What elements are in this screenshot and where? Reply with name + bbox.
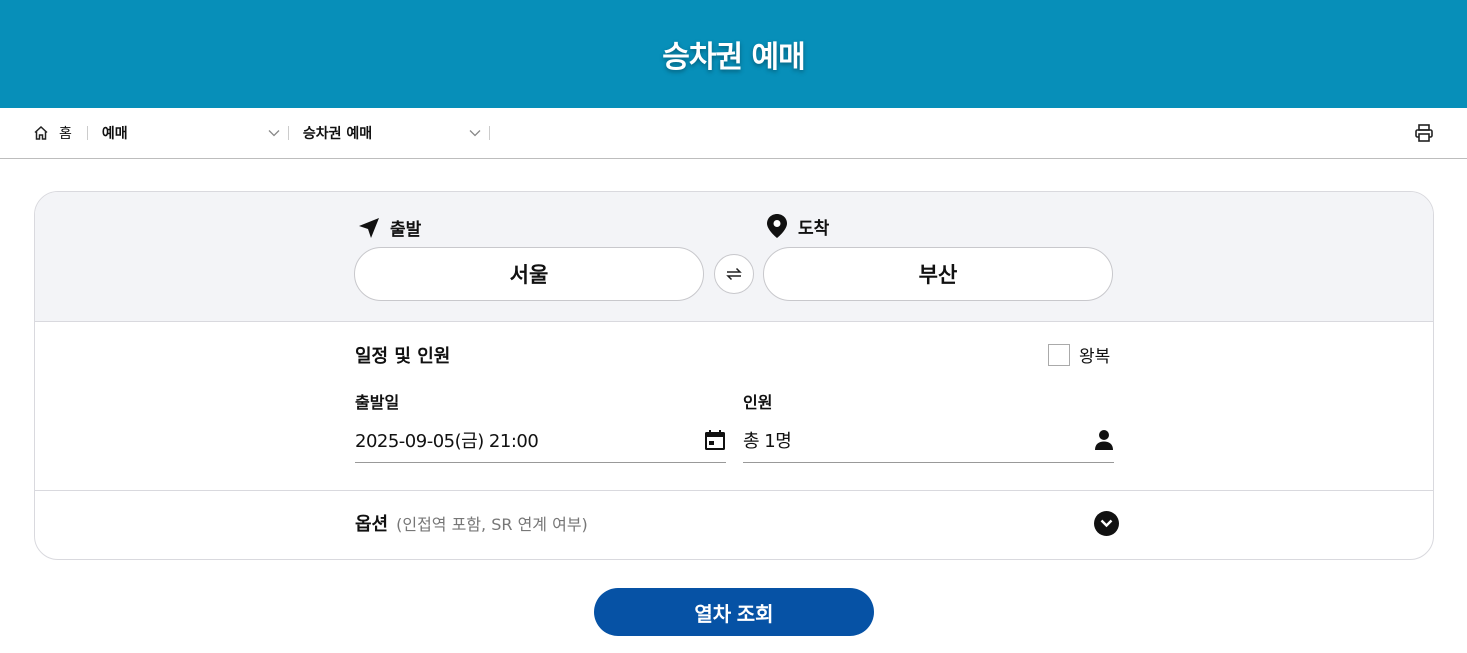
- roundtrip-checkbox[interactable]: 왕복: [1048, 342, 1110, 367]
- page-title: 승차권 예매: [662, 40, 805, 75]
- breadcrumb-home[interactable]: 홈: [33, 108, 72, 159]
- print-icon: [1415, 124, 1433, 142]
- roundtrip-checkbox-box[interactable]: [1048, 343, 1070, 366]
- swap-icon: [726, 267, 742, 281]
- chevron-down-icon: [268, 130, 280, 137]
- swap-stations-button[interactable]: [714, 254, 754, 294]
- reservation-form-card: 출발 도착 서울 부산 일정 및 인원 왕복 출발일 2025-09-05(금)…: [34, 191, 1434, 560]
- page-header: 승차권 예매: [0, 0, 1467, 108]
- breadcrumb-dropdown-reservation[interactable]: 예매: [88, 108, 288, 159]
- schedule-section-title: 일정 및 인원: [355, 346, 451, 367]
- passenger-field-label: 인원: [743, 393, 773, 412]
- options-header[interactable]: 옵션 (인접역 포함, SR 연계 여부): [355, 510, 588, 536]
- breadcrumb-level2-label: 승차권 예매: [302, 126, 373, 142]
- person-icon: [1095, 429, 1113, 450]
- breadcrumb-divider: [488, 126, 490, 140]
- date-field-label: 출발일: [355, 393, 400, 412]
- chevron-down-icon: [469, 130, 481, 137]
- passenger-count-field[interactable]: 총 1명: [743, 417, 1114, 463]
- options-title: 옵션: [355, 514, 389, 535]
- route-panel: 출발 도착 서울 부산: [35, 192, 1433, 322]
- print-button[interactable]: [1414, 123, 1434, 143]
- search-trains-button[interactable]: 열차 조회: [594, 588, 874, 636]
- breadcrumb-level1-label: 예매: [101, 126, 128, 142]
- departure-date-value: 2025-09-05(금) 21:00: [355, 430, 539, 452]
- breadcrumb-dropdown-ticket[interactable]: 승차권 예매: [289, 108, 489, 159]
- options-expand-button[interactable]: [1094, 511, 1119, 536]
- options-divider: [35, 490, 1433, 491]
- arrival-station-button[interactable]: 부산: [763, 247, 1113, 301]
- departure-label: 출발: [358, 215, 421, 240]
- departure-station-button[interactable]: 서울: [354, 247, 704, 301]
- calendar-icon: [705, 429, 725, 450]
- chevron-down-circle-icon: [1100, 519, 1113, 528]
- departure-arrow-icon: [359, 217, 379, 238]
- roundtrip-label: 왕복: [1079, 347, 1111, 367]
- options-subtitle: (인접역 포함, SR 연계 여부): [396, 515, 588, 534]
- breadcrumb: 홈 예매 승차권 예매: [0, 108, 1467, 159]
- arrival-label: 도착: [766, 213, 829, 239]
- departure-date-field[interactable]: 2025-09-05(금) 21:00: [355, 417, 726, 463]
- breadcrumb-home-label: 홈: [59, 126, 72, 142]
- home-icon: [34, 125, 48, 140]
- passenger-count-value: 총 1명: [743, 430, 792, 452]
- location-pin-icon: [767, 214, 787, 238]
